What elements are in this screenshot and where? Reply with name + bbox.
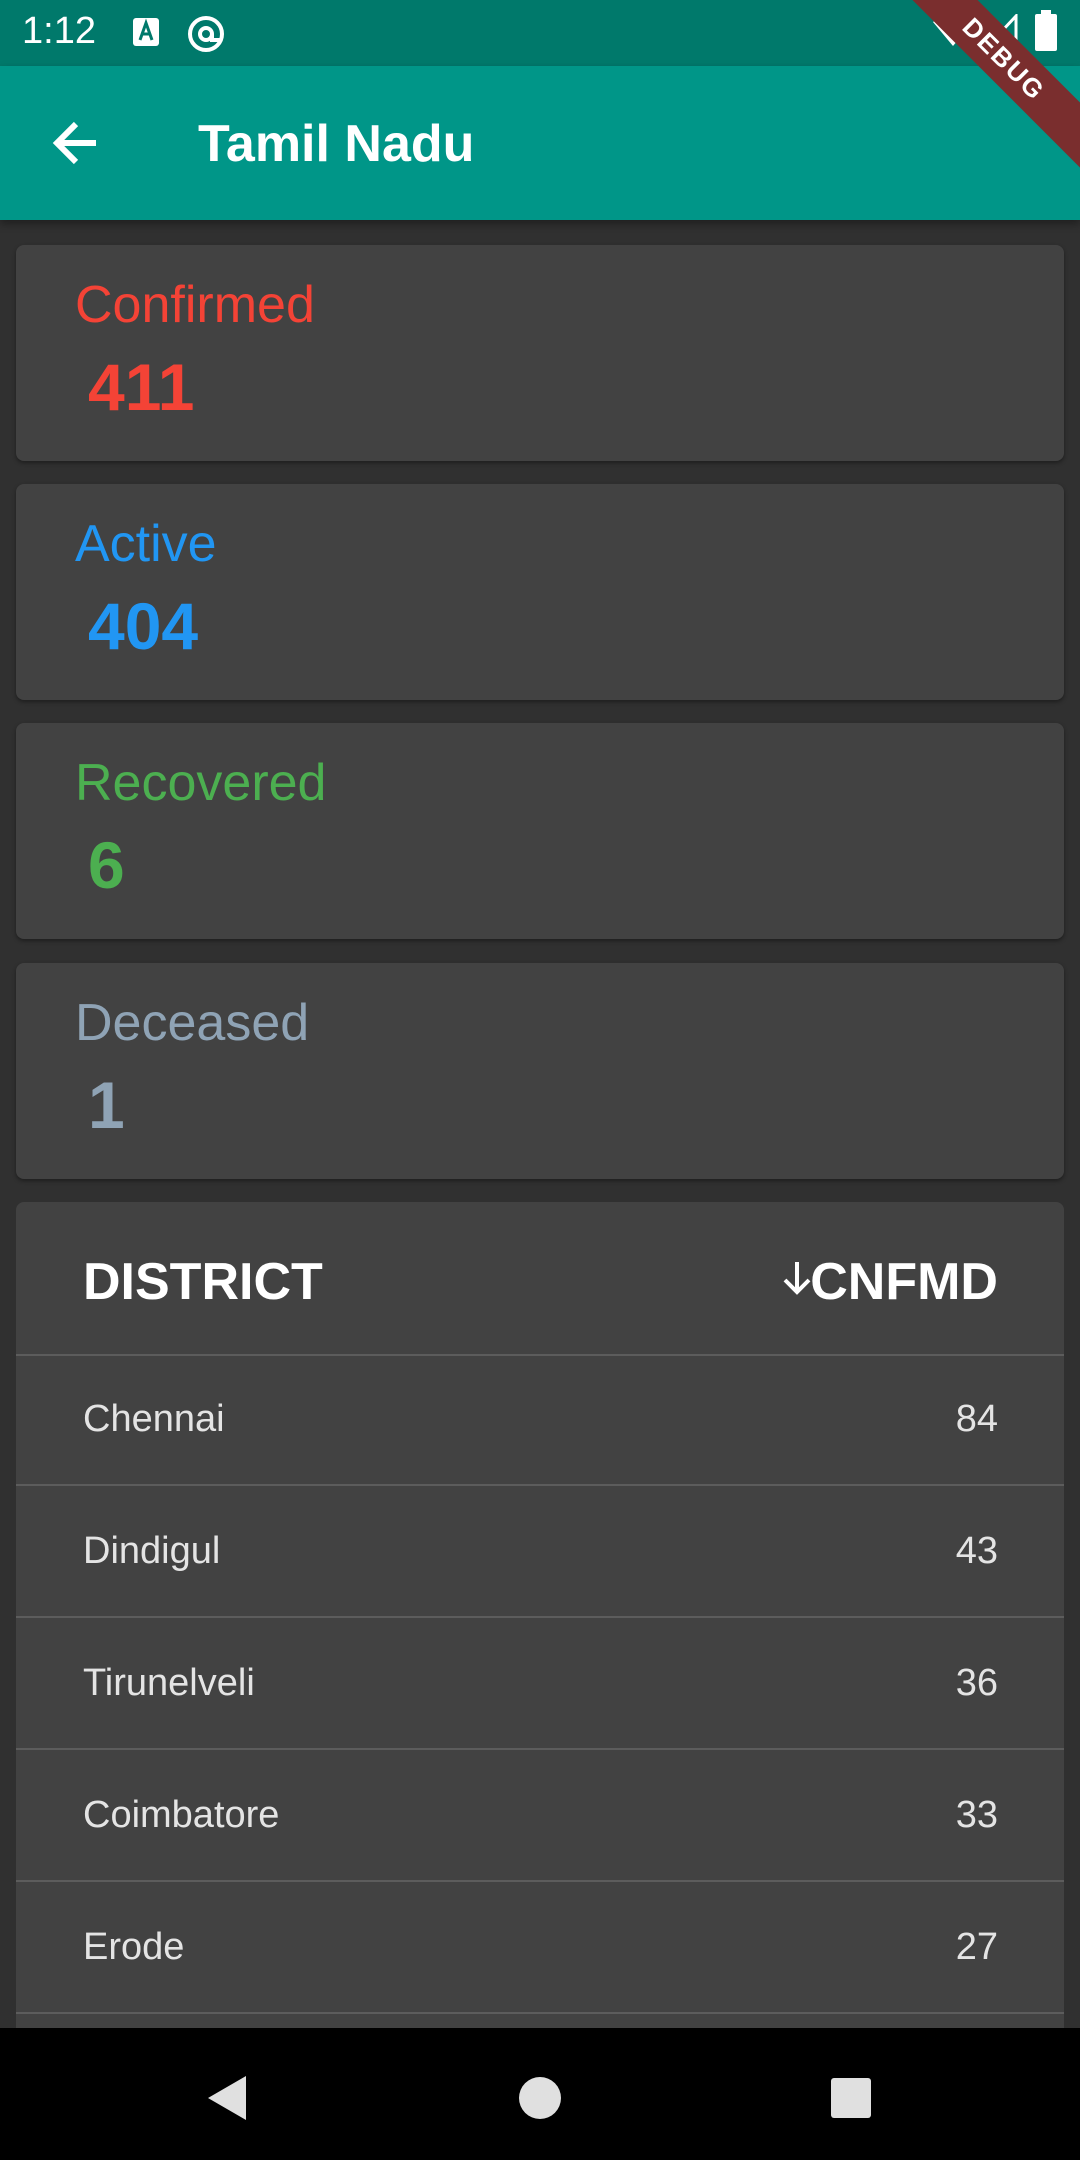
nav-home-button[interactable] xyxy=(500,2058,580,2138)
arrow-down-icon[interactable] xyxy=(780,1258,814,1298)
navigation-bar xyxy=(0,2028,1080,2160)
deceased-card: Deceased 1 xyxy=(16,963,1064,1179)
status-bar: 1:12 xyxy=(0,0,1080,66)
recovered-card: Recovered 6 xyxy=(16,723,1064,939)
district-name: Chennai xyxy=(83,1398,225,1440)
table-row[interactable]: Tirunelveli 36 xyxy=(16,1618,1064,1750)
table-header: DISTRICT CNFMD xyxy=(16,1202,1064,1356)
district-count: 43 xyxy=(955,1530,998,1572)
nav-recents-button[interactable] xyxy=(811,2058,891,2138)
district-column-header[interactable]: DISTRICT xyxy=(83,1252,323,1312)
status-time: 1:12 xyxy=(22,10,96,52)
arrow-back-icon xyxy=(52,121,96,165)
at-sign-icon xyxy=(186,14,226,59)
confirmed-column-header[interactable]: CNFMD xyxy=(810,1252,998,1312)
table-row[interactable]: Coimbatore 33 xyxy=(16,1750,1064,1882)
deceased-label: Deceased xyxy=(75,994,310,1052)
table-row[interactable]: Chennai 84 xyxy=(16,1354,1064,1486)
confirmed-card: Confirmed 411 xyxy=(16,245,1064,461)
district-count: 33 xyxy=(955,1794,998,1836)
confirmed-label: Confirmed xyxy=(75,276,315,334)
district-name: Coimbatore xyxy=(83,1794,280,1836)
app-bar: Tamil Nadu xyxy=(0,66,1080,220)
recents-square-icon xyxy=(831,2078,871,2118)
district-count: 84 xyxy=(955,1398,998,1440)
recovered-label: Recovered xyxy=(75,754,327,812)
table-row[interactable]: Dindigul 43 xyxy=(16,1486,1064,1618)
district-name: Dindigul xyxy=(83,1530,221,1572)
confirmed-value: 411 xyxy=(88,350,195,424)
district-table: DISTRICT CNFMD Chennai 84 Dindigul 43 Ti… xyxy=(16,1202,1064,2032)
district-count: 36 xyxy=(955,1662,998,1704)
active-card: Active 404 xyxy=(16,484,1064,700)
nav-back-button[interactable] xyxy=(186,2058,266,2138)
home-circle-icon xyxy=(519,2077,561,2119)
deceased-value: 1 xyxy=(88,1068,125,1142)
battery-icon xyxy=(1034,10,1058,57)
a-badge-icon xyxy=(132,14,160,55)
active-value: 404 xyxy=(88,589,199,663)
district-name: Erode xyxy=(83,1926,185,1968)
back-triangle-icon xyxy=(208,2076,246,2120)
back-button[interactable] xyxy=(44,110,110,176)
page-title: Tamil Nadu xyxy=(198,115,475,173)
district-name: Tirunelveli xyxy=(83,1662,255,1704)
table-row[interactable]: Erode 27 xyxy=(16,1882,1064,2014)
recovered-value: 6 xyxy=(88,828,125,902)
active-label: Active xyxy=(75,515,217,573)
district-count: 27 xyxy=(955,1926,998,1968)
